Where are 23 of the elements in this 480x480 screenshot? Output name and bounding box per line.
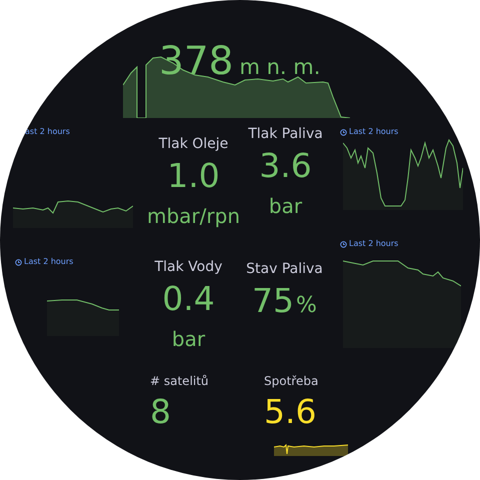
stat-unit: bar (172, 329, 206, 349)
time-range-label: ast 2 hours (25, 128, 70, 136)
time-range-label: Last 2 hours (349, 240, 398, 248)
stat-value: 1.0 (167, 159, 220, 192)
stat-value: 378 (159, 42, 234, 81)
stat-title: Tlak Oleje (158, 137, 228, 151)
time-range-label: Last 2 hours (24, 258, 74, 266)
stat-title: Spotřeba (264, 375, 318, 387)
stat-unit: bar (268, 196, 302, 216)
stat-title: Tlak Vody (154, 260, 222, 274)
time-range-label: Last 2 hours (349, 128, 398, 136)
stat-value: 0.4 (162, 282, 215, 315)
sparkline (47, 298, 119, 336)
stat-title: # satelitů (150, 375, 209, 387)
stat-value: 3.6 (259, 149, 312, 182)
stat-value: 5.6 (264, 395, 316, 428)
stat-title: Stav Paliva (246, 262, 323, 276)
stat-unit: m n. m. (239, 57, 320, 78)
stat-value: 8 (150, 395, 171, 428)
stat-title: Tlak Paliva (248, 127, 323, 141)
stat-unit: mbar/rpn (147, 206, 240, 226)
stat-unit: % (296, 295, 317, 317)
stat-value: 75 (252, 284, 294, 317)
